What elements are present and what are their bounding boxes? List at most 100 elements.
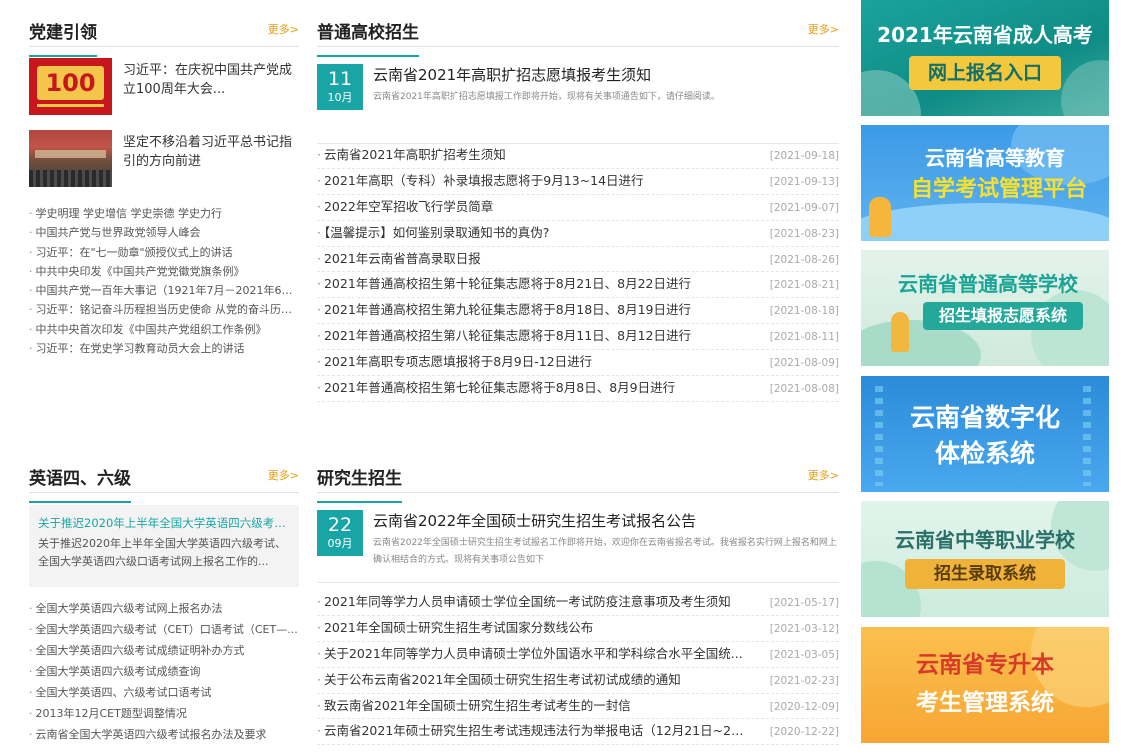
college-featured-article[interactable]: 11 10月 云南省2021年高职扩招志愿填报考生须知 云南省2021年高职扩招… — [317, 64, 839, 122]
college-featured-title[interactable]: 云南省2021年高职扩招志愿填报考生须知 — [373, 64, 651, 86]
news-row[interactable]: 2021年普通高校招生第九轮征集志愿将于8月18日、8月19日进行 [2021-0… — [317, 298, 839, 325]
party-list: 学史明理 学史增信 学史崇德 学史力行 中国共产党与世界政党领导人峰会 习近平：… — [29, 204, 300, 358]
news-title[interactable]: 云南省2021年硕士研究生招生考试违规违法行为举报电话（12月21日~28... — [317, 722, 747, 740]
english-list-item[interactable]: 全国大学英语四六级考试（CET）口语考试（CET—... — [29, 619, 299, 640]
news-title[interactable]: 2021年普通高校招生第七轮征集志愿将于8月8日、8月9日进行 — [317, 379, 675, 397]
news-title[interactable]: 2021年高职专项志愿填报将于8月9日-12日进行 — [317, 353, 592, 371]
news-date: [2021-08-18] — [769, 305, 839, 318]
news-row[interactable]: 2021年普通高校招生第十轮征集志愿将于8月21日、8月22日进行 [2021-0… — [317, 272, 839, 299]
news-row[interactable]: 致云南省2021年全国硕士研究生招生考试考生的一封信 [2020-12-09] — [317, 694, 839, 720]
banner-pill: 招生填报志愿系统 — [923, 302, 1083, 330]
banner-college-volunteer[interactable]: 云南省普通高等学校 招生填报志愿系统 — [861, 250, 1109, 366]
graduate-featured-summary: 云南省2022年全国硕士研究生招生考试报名工作即将开始，欢迎你在云南省报名考试。… — [373, 538, 837, 565]
news-title[interactable]: 2022年空军招收飞行学员简章 — [317, 198, 493, 216]
news-title[interactable]: 2021年普通高校招生第八轮征集志愿将于8月11日、8月12日进行 — [317, 327, 691, 345]
news-title[interactable]: 2021年普通高校招生第九轮征集志愿将于8月18日、8月19日进行 — [317, 301, 691, 319]
divider — [317, 582, 839, 583]
english-list: 全国大学英语四六级考试网上报名办法 全国大学英语四六级考试（CET）口语考试（C… — [29, 598, 299, 745]
news-date: [2021-08-09] — [769, 357, 839, 370]
news-row[interactable]: 2021年同等学力人员申请硕士学位全国统一考试防疫注意事项及考生须知 [2021-… — [317, 590, 839, 616]
news-row[interactable]: 2021年全国硕士研究生招生考试国家分数线公布 [2021-03-12] — [317, 616, 839, 642]
banner-upgrade-exam[interactable]: 云南省专升本 考生管理系统 — [861, 627, 1109, 743]
news-date: [2021-09-18] — [769, 150, 839, 162]
news-date: [2021-08-23] — [769, 227, 839, 240]
banner-self-study[interactable]: 云南省高等教育 自学考试管理平台 — [861, 125, 1109, 241]
news-row[interactable]: 云南省2021年硕士研究生招生考试违规违法行为举报电话（12月21日~28...… — [317, 719, 839, 746]
english-featured-summary: 关于推迟2020年上半年全国大学英语四六级考试、全国大学英语四六级口语考试网上报… — [38, 537, 286, 568]
centenary-logo-image: 100 — [29, 58, 112, 115]
english-featured-box[interactable]: 关于推迟2020年上半年全国大学英语四六级考试、全... 关于推迟2020年上半… — [29, 505, 299, 587]
news-date: [2021-08-26] — [769, 253, 839, 266]
english-list-item[interactable]: 2013年12月CET题型调整情况 — [29, 703, 299, 724]
news-row[interactable]: 【温馨提示】如何鉴别录取通知书的真伪? [2021-08-23] — [317, 221, 839, 247]
english-list-item[interactable]: 全国大学英语四六级考试成绩证明补办方式 — [29, 640, 299, 661]
college-title: 普通高校招生 — [317, 23, 419, 57]
english-list-item[interactable]: 全国大学英语四六级考试网上报名办法 — [29, 598, 299, 619]
news-row[interactable]: 2021年普通高校招生第八轮征集志愿将于8月11日、8月12日进行 [2021-0… — [317, 324, 839, 351]
graduate-title: 研究生招生 — [317, 469, 402, 503]
news-date: [2020-12-09] — [769, 700, 839, 713]
news-title[interactable]: 关于2021年同等学力人员申请硕士学位外国语水平和学科综合水平全国统... — [317, 645, 743, 663]
party-title: 党建引领 — [29, 23, 97, 57]
party-list-item[interactable]: 中国共产党与世界政党领导人峰会 — [29, 223, 299, 242]
english-list-item[interactable]: 全国大学英语四六级考试成绩查询 — [29, 661, 299, 682]
date-month: 09月 — [327, 537, 353, 550]
english-list-item[interactable]: 云南省全国大学英语四六级考试报名办法及要求 — [29, 724, 299, 745]
news-title[interactable]: 关于公布云南省2021年全国硕士研究生招生考试初试成绩的通知 — [317, 671, 681, 689]
graduate-news-list: 2021年同等学力人员申请硕士学位全国统一考试防疫注意事项及考生须知 [2021-… — [317, 590, 839, 746]
party-featured-text-2: 坚定不移沿着习近平总书记指引的方向前进 — [123, 135, 293, 169]
decor-circle — [1061, 60, 1109, 116]
english-more-link[interactable]: 更多> — [268, 469, 299, 483]
news-row[interactable]: 2022年空军招收飞行学员简章 [2021-09-07] — [317, 195, 839, 221]
news-title[interactable]: 2021年同等学力人员申请硕士学位全国统一考试防疫注意事项及考生须知 — [317, 593, 731, 611]
english-featured-title[interactable]: 关于推迟2020年上半年全国大学英语四六级考试、全... — [38, 515, 290, 532]
news-title[interactable]: 2021年普通高校招生第十轮征集志愿将于8月21日、8月22日进行 — [317, 275, 691, 293]
person-illustration-icon — [891, 312, 909, 352]
english-section: 英语四、六级 更多> 关于推迟2020年上半年全国大学英语四六级考试、全... … — [29, 462, 299, 752]
news-row[interactable]: 2021年高职（专科）补录填报志愿将于9月13~14日进行 [2021-09-13… — [317, 169, 839, 195]
news-date: [2021-03-05] — [769, 648, 839, 661]
news-title[interactable]: 2021年云南省普高录取日报 — [317, 250, 481, 268]
banner-pill: 招生录取系统 — [905, 559, 1065, 589]
news-date: [2021-05-17] — [769, 597, 839, 609]
party-more-link[interactable]: 更多> — [268, 23, 299, 37]
news-row[interactable]: 2021年云南省普高录取日报 [2021-08-26] — [317, 247, 839, 273]
date-day: 22 — [327, 514, 353, 536]
graduate-header: 研究生招生 更多> — [317, 462, 839, 503]
banner-line2: 自学考试管理平台 — [910, 177, 1087, 202]
english-header: 英语四、六级 更多> — [29, 462, 299, 503]
banner-vocational-school[interactable]: 云南省中等职业学校 招生录取系统 — [861, 501, 1109, 617]
graduate-date-badge: 22 09月 — [317, 510, 363, 556]
meeting-photo-image — [29, 130, 112, 187]
graduate-featured-article[interactable]: 22 09月 云南省2022年全国硕士研究生招生考试报名公告 云南省2022年全… — [317, 510, 839, 572]
banner-line2: 体检系统 — [934, 439, 1035, 468]
college-more-link[interactable]: 更多> — [808, 23, 839, 37]
party-list-item[interactable]: 习近平：在"七一勋章"颁授仪式上的讲话 — [29, 243, 299, 262]
news-row[interactable]: 云南省2021年高职扩招考生须知 [2021-09-18] — [317, 143, 839, 169]
news-title[interactable]: 2021年高职（专科）补录填报志愿将于9月13~14日进行 — [317, 172, 644, 190]
banner-health-check[interactable]: 云南省数字化 体检系统 — [861, 376, 1109, 492]
news-row[interactable]: 2021年高职专项志愿填报将于8月9日-12日进行 [2021-08-09] — [317, 350, 839, 377]
banner-adult-exam[interactable]: 2021年云南省成人高考 网上报名入口 — [861, 0, 1109, 116]
english-list-item[interactable]: 全国大学英语四、六级考试口语考试 — [29, 682, 299, 703]
party-list-item[interactable]: 习近平：在党史学习教育动员大会上的讲话 — [29, 339, 299, 358]
college-date-badge: 11 10月 — [317, 64, 363, 110]
party-list-item[interactable]: 中共中央首次印发《中国共产党组织工作条例》 — [29, 320, 299, 339]
decor-wave — [861, 203, 1109, 241]
news-row[interactable]: 关于2021年同等学力人员申请硕士学位外国语水平和学科综合水平全国统... [20… — [317, 642, 839, 668]
party-list-item[interactable]: 中国共产党一百年大事记（1921年7月－2021年6月） — [29, 281, 300, 300]
news-title[interactable]: 2021年全国硕士研究生招生考试国家分数线公布 — [317, 619, 593, 637]
news-title[interactable]: 致云南省2021年全国硕士研究生招生考试考生的一封信 — [317, 697, 631, 715]
party-list-item[interactable]: 中共中央印发《中国共产党党徽党旗条例》 — [29, 262, 299, 281]
news-row[interactable]: 关于公布云南省2021年全国硕士研究生招生考试初试成绩的通知 [2021-02-2… — [317, 668, 839, 694]
banner-line1: 云南省专升本 — [916, 652, 1054, 678]
party-list-item[interactable]: 学史明理 学史增信 学史崇德 学史力行 — [29, 204, 299, 223]
graduate-more-link[interactable]: 更多> — [808, 469, 839, 483]
banner-line2: 考生管理系统 — [916, 690, 1054, 716]
graduate-featured-title[interactable]: 云南省2022年全国硕士研究生招生考试报名公告 — [373, 510, 696, 532]
party-list-item[interactable]: 习近平：铭记奋斗历程担当历史使命 从党的奋斗历史... — [29, 300, 300, 319]
news-title[interactable]: 云南省2021年高职扩招考生须知 — [317, 146, 506, 164]
news-date: [2021-09-13] — [769, 175, 839, 188]
news-row[interactable]: 2021年普通高校招生第七轮征集志愿将于8月8日、8月9日进行 [2021-08-… — [317, 376, 839, 402]
news-title[interactable]: 【温馨提示】如何鉴别录取通知书的真伪? — [317, 224, 549, 242]
